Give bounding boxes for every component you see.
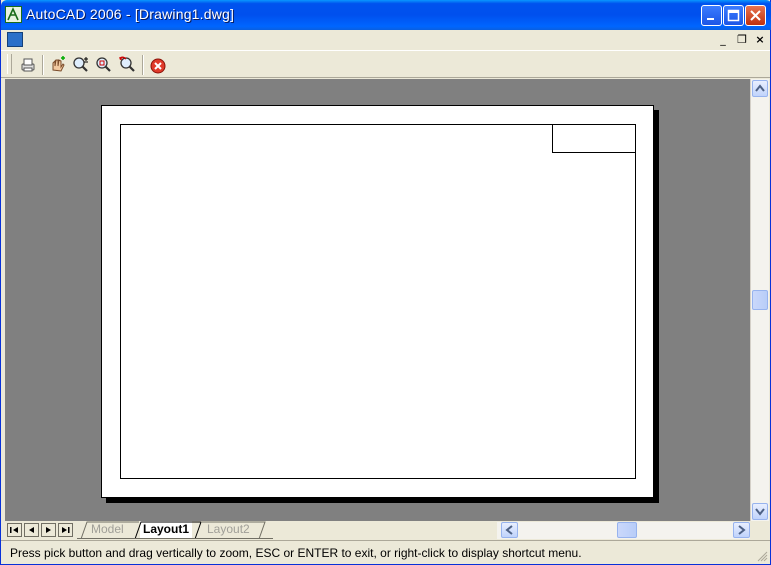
resize-grip-icon[interactable]: [756, 550, 768, 562]
tab-outlines: [77, 521, 273, 539]
horizontal-scrollbar[interactable]: [497, 522, 750, 539]
minimize-button[interactable]: [701, 5, 722, 26]
preview-toolbar: [1, 50, 770, 78]
pan-icon[interactable]: [48, 55, 68, 75]
window-title: AutoCAD 2006 - [Drawing1.dwg]: [26, 6, 235, 22]
toolbar-separator: [142, 55, 144, 75]
last-tab-button[interactable]: [58, 523, 73, 537]
toolbar-separator: [42, 55, 44, 75]
previous-tab-button[interactable]: [24, 523, 39, 537]
status-message: Press pick button and drag vertically to…: [10, 546, 582, 560]
title-bar[interactable]: AutoCAD 2006 - [Drawing1.dwg]: [1, 0, 771, 30]
zoom-previous-icon[interactable]: [117, 55, 137, 75]
zoom-window-icon[interactable]: [94, 55, 114, 75]
vertical-scrollbar[interactable]: [750, 79, 769, 521]
vertical-scroll-thumb[interactable]: [752, 290, 768, 310]
scroll-down-button[interactable]: [752, 503, 768, 520]
scrollbar-corner: [750, 521, 768, 539]
application-window: AutoCAD 2006 - [Drawing1.dwg] _ ❐ × Mode…: [0, 0, 771, 565]
zoom-realtime-icon[interactable]: [71, 55, 91, 75]
horizontal-scroll-thumb[interactable]: [617, 522, 637, 538]
doc-minimize-button[interactable]: _: [715, 32, 731, 47]
scroll-right-button[interactable]: [733, 522, 750, 538]
toolbar-grip[interactable]: [7, 54, 12, 74]
mdi-menu-bar: _ ❐ ×: [1, 30, 770, 50]
close-button[interactable]: [745, 5, 766, 26]
next-tab-button[interactable]: [41, 523, 56, 537]
document-icon[interactable]: [7, 32, 23, 47]
scroll-left-button[interactable]: [501, 522, 518, 538]
plot-icon[interactable]: [18, 55, 38, 75]
doc-restore-button[interactable]: ❐: [734, 32, 750, 47]
doc-close-button[interactable]: ×: [752, 32, 768, 47]
status-bar: Press pick button and drag vertically to…: [1, 540, 770, 564]
scroll-up-button[interactable]: [752, 80, 768, 97]
autocad-app-icon[interactable]: [5, 6, 22, 23]
title-block[interactable]: [552, 124, 636, 153]
close-preview-icon[interactable]: [148, 55, 168, 75]
maximize-button[interactable]: [723, 5, 744, 26]
viewport-border[interactable]: [120, 124, 636, 479]
first-tab-button[interactable]: [7, 523, 22, 537]
